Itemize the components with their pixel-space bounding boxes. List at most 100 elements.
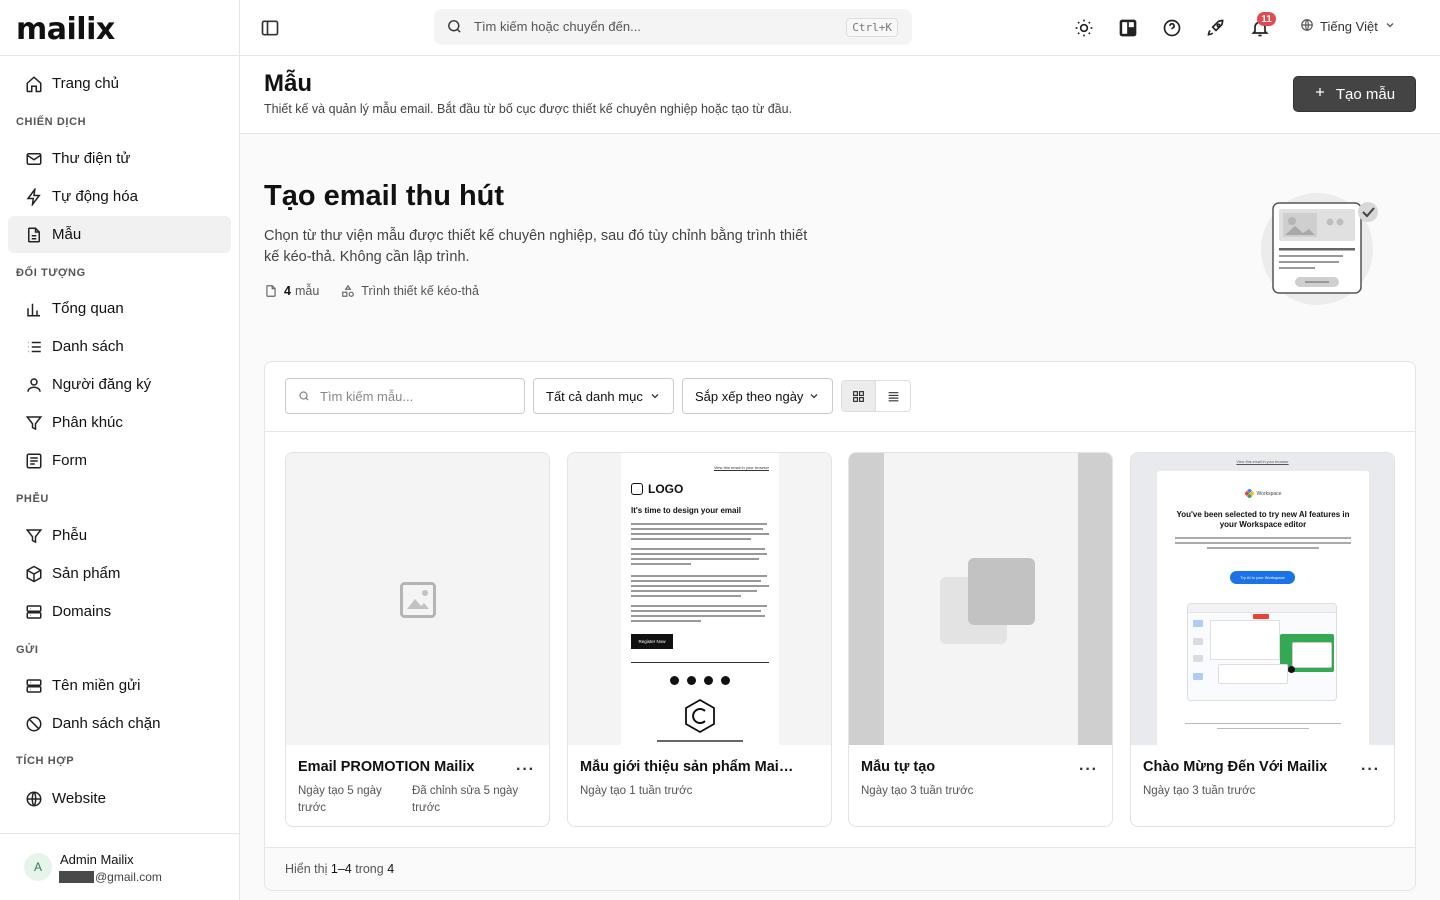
create-template-button[interactable]: Tạo mẫu (1293, 76, 1416, 112)
layout-icon[interactable] (1116, 16, 1140, 40)
email-preview: View this email in your browser LOGO It'… (621, 453, 779, 745)
sort-select-value: Sắp xếp theo ngày (695, 388, 804, 404)
template-name: Chào Mừng Đến Với Mailix (1143, 759, 1328, 775)
template-thumbnail: View this email in your browser LOGO It'… (568, 453, 831, 745)
sidebar-nav: Trang chủ CHIẾN DỊCH Thư điện tử Tự động… (0, 56, 239, 833)
more-options-icon[interactable]: ··· (1079, 761, 1098, 779)
sidebar-item-funnels[interactable]: Phễu (8, 517, 231, 554)
sidebar-item-emails[interactable]: Thư điện tử (8, 140, 231, 177)
sidebar-item-home[interactable]: Trang chủ (8, 65, 231, 102)
plus-icon (1314, 85, 1326, 103)
template-count: 4 mẫu (264, 284, 319, 298)
sidebar-item-label: Website (52, 790, 106, 807)
sidebar-item-label: Phân khúc (52, 414, 123, 431)
sidebar-item-label: Sản phẩm (52, 565, 121, 582)
template-card[interactable]: View this email in your browser LOGO It'… (567, 452, 832, 827)
list-icon (888, 391, 898, 401)
sidebar-item-automation[interactable]: Tự động hóa (8, 178, 231, 215)
sidebar-item-templates[interactable]: Mẫu (8, 216, 231, 253)
sidebar-item-products[interactable]: Sản phẩm (8, 555, 231, 592)
email-heading-preview: It's time to design your email (631, 506, 741, 515)
template-created: Ngày tạo 3 tuần trước (861, 785, 974, 797)
user-name: Admin Mailix (60, 852, 134, 867)
mail-icon (24, 149, 44, 169)
sidebar-item-label: Thư điện tử (52, 150, 131, 167)
user-email: @gmail.com (59, 870, 162, 884)
more-options-icon[interactable]: ··· (516, 761, 535, 779)
sidebar-item-forms[interactable]: Form (8, 442, 231, 479)
view-in-browser-link: View this email in your browser (1236, 460, 1289, 464)
filter-bar: Tất cả danh mục Sắp xếp theo ngày (265, 362, 1415, 432)
page-title: Mẫu (264, 70, 312, 97)
sidebar-item-label: Mẫu (52, 226, 82, 243)
logo-preview: LOGO (631, 482, 683, 496)
template-card[interactable]: Mẫu tự tạo ··· Ngày tạo 3 tuần trước (848, 452, 1113, 827)
create-template-label: Tạo mẫu (1335, 85, 1396, 103)
sidebar-item-label: Trang chủ (52, 75, 119, 92)
template-search-input[interactable] (320, 387, 515, 405)
sidebar-item-website[interactable]: Website (8, 780, 231, 817)
sidebar-item-label: Người đăng ký (52, 376, 152, 393)
builder-feature: Trình thiết kế kéo-thả (341, 284, 479, 298)
sidebar-item-segments[interactable]: Phân khúc (8, 404, 231, 441)
template-card[interactable]: View this email in your browser Workspac… (1130, 452, 1395, 827)
rocket-icon[interactable] (1204, 16, 1228, 40)
sidebar-toggle-icon[interactable] (260, 18, 280, 38)
sidebar-item-label: Form (52, 452, 87, 469)
list-view-button[interactable] (876, 381, 910, 411)
template-name: Mẫu tự tạo (861, 759, 936, 775)
app-logo[interactable]: mailix (16, 12, 115, 47)
image-placeholder-icon (400, 582, 436, 618)
pagination-total: 4 (387, 862, 395, 876)
language-selector[interactable]: Tiếng Việt (1300, 18, 1396, 35)
category-select[interactable]: Tất cả danh mục (533, 378, 674, 414)
section-label-funnels: PHỄU (16, 493, 49, 505)
shapes-icon (342, 284, 355, 297)
template-count-value: 4 (284, 284, 291, 298)
redacted-block (59, 871, 94, 883)
sidebar-item-lists[interactable]: Danh sách (8, 328, 231, 365)
email-preview: Workspace You've been selected to try ne… (1157, 471, 1369, 745)
shortcut-hint: Ctrl+K (846, 18, 898, 37)
globe-icon (24, 789, 44, 809)
section-label-sending: GỬI (16, 644, 39, 656)
template-thumbnail (849, 453, 1112, 745)
template-illustration (1261, 193, 1378, 305)
global-search[interactable]: Tìm kiếm hoặc chuyển đến... Ctrl+K (434, 9, 912, 45)
search-icon (299, 391, 309, 401)
pagination-bar: Hiển thị 1–4 trong 4 (265, 847, 1415, 890)
sidebar-item-domains[interactable]: Domains (8, 593, 231, 630)
grid-view-button[interactable] (842, 381, 877, 411)
funnel-icon (24, 526, 44, 546)
sidebar-item-overview[interactable]: Tổng quan (8, 290, 231, 327)
sort-select[interactable]: Sắp xếp theo ngày (682, 378, 833, 414)
sidebar-item-blocklist[interactable]: Danh sách chặn (8, 705, 231, 742)
globe-icon (1300, 18, 1314, 35)
sidebar-item-label: Phễu (52, 527, 88, 544)
more-options-icon[interactable]: ··· (1361, 761, 1380, 779)
template-created: Ngày tạo 1 tuần trước (580, 785, 693, 797)
user-profile[interactable]: A Admin Mailix @gmail.com (0, 833, 239, 900)
template-card[interactable]: Email PROMOTION Mailix ··· Ngày tạo 5 ng… (285, 452, 550, 827)
ban-icon (24, 714, 44, 734)
sidebar-item-label: Tổng quan (52, 300, 124, 317)
server-icon (24, 602, 44, 622)
logo-mark-icon (631, 483, 643, 495)
sidebar-item-subscribers[interactable]: Người đăng ký (8, 366, 231, 403)
home-icon (24, 74, 44, 94)
pagination-middle: trong (355, 862, 384, 876)
hero-description: Chọn từ thư viện mẫu được thiết kế chuyê… (264, 228, 808, 265)
brand-logo-icon (1244, 489, 1254, 498)
lightning-icon (24, 187, 44, 207)
sidebar-item-label: Danh sách (52, 338, 124, 355)
chevron-down-icon (810, 394, 818, 399)
template-edited: Đã chỉnh sửa 5 ngày trước (412, 785, 519, 814)
sun-icon[interactable] (1072, 16, 1096, 40)
sidebar-item-sending-domains[interactable]: Tên miền gửi (8, 667, 231, 704)
register-button-preview: Register Now (631, 634, 673, 649)
help-icon[interactable] (1160, 16, 1184, 40)
template-search[interactable] (285, 378, 525, 414)
section-label-integrations: TÍCH HỢP (16, 755, 75, 767)
template-thumbnail: View this email in your browser Workspac… (1131, 453, 1394, 745)
view-in-browser-link: View this email in your browser (713, 465, 769, 470)
